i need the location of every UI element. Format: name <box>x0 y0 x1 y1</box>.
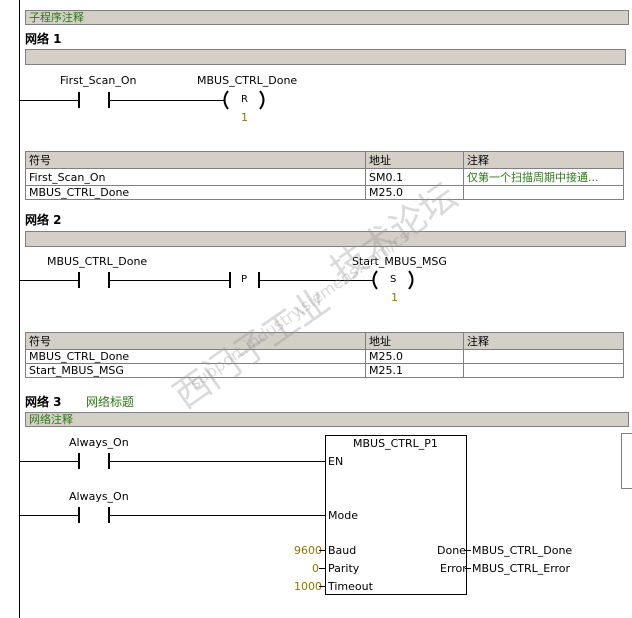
positive-transition-label[interactable]: P <box>241 274 247 285</box>
pin-wire <box>319 586 325 587</box>
table-row[interactable]: First_Scan_On SM0.1 仅第一个扫描周期中接通... <box>25 168 624 186</box>
comment-cell <box>463 185 624 200</box>
contact-label-first-scan[interactable]: First_Scan_On <box>60 74 137 87</box>
block-pin-en: EN <box>328 455 344 468</box>
pin-wire <box>465 550 471 551</box>
block-pin-done: Done <box>437 544 466 557</box>
partial-block-edge <box>621 433 632 489</box>
parity-value[interactable]: 0 <box>312 562 319 575</box>
pin-wire <box>319 568 325 569</box>
network-1-title[interactable]: 网络 1 <box>25 30 62 47</box>
timeout-value[interactable]: 1000 <box>294 580 322 593</box>
error-output[interactable]: MBUS_CTRL_Error <box>472 562 570 575</box>
contact-left-bar <box>78 92 80 108</box>
p-left-bar <box>229 272 231 288</box>
block-pin-timeout: Timeout <box>328 580 373 593</box>
symbol-table-network-2: 符号 地址 注释 MBUS_CTRL_Done M25.0 Start_MBUS… <box>25 332 624 378</box>
column-header-comment: 注释 <box>463 332 624 350</box>
table-row[interactable]: Start_MBUS_MSG M25.1 <box>25 363 624 378</box>
pin-wire <box>465 568 471 569</box>
block-pin-parity: Parity <box>328 562 360 575</box>
symbol-cell: First_Scan_On <box>25 168 366 186</box>
coil-type-s: S <box>390 274 397 285</box>
block-pin-baud: Baud <box>328 544 357 557</box>
contact-label-always-on-1[interactable]: Always_On <box>69 436 129 449</box>
comment-cell: 仅第一个扫描周期中接通... <box>463 168 624 186</box>
table-row[interactable]: MBUS_CTRL_Done M25.0 <box>25 185 624 200</box>
column-header-address: 地址 <box>365 332 464 350</box>
contact-label-mbus-ctrl-done[interactable]: MBUS_CTRL_Done <box>47 255 147 268</box>
contact-label-always-on-2[interactable]: Always_On <box>69 490 129 503</box>
block-name: MBUS_CTRL_P1 <box>353 437 438 450</box>
symbol-table-network-1: 符号 地址 注释 First_Scan_On SM0.1 仅第一个扫描周期中接通… <box>25 151 624 200</box>
network-3-title[interactable]: 网络 3 <box>25 393 62 410</box>
contact-left-bar <box>78 507 80 523</box>
table-row[interactable]: MBUS_CTRL_Done M25.0 <box>25 349 624 364</box>
coil-count: 1 <box>241 111 248 124</box>
rung-wire <box>110 280 230 281</box>
coil-label-mbus-ctrl-done[interactable]: MBUS_CTRL_Done <box>197 74 297 87</box>
rung-wire <box>110 100 224 101</box>
address-cell: M25.0 <box>365 349 464 364</box>
baud-value[interactable]: 9600 <box>294 544 322 557</box>
symbol-cell: MBUS_CTRL_Done <box>25 185 366 200</box>
rung-wire <box>19 461 79 462</box>
contact-left-bar <box>78 272 80 288</box>
block-pin-mode: Mode <box>328 509 358 522</box>
comment-cell <box>463 363 624 378</box>
contact-left-bar <box>78 453 80 469</box>
address-cell: M25.1 <box>365 363 464 378</box>
network-2-title[interactable]: 网络 2 <box>25 211 62 228</box>
column-header-symbol: 符号 <box>25 151 366 169</box>
coil-count: 1 <box>391 291 398 304</box>
power-rail <box>19 0 20 618</box>
subroutine-comment[interactable]: 子程序注释 <box>25 10 629 25</box>
pin-wire <box>319 550 325 551</box>
network-3-comment[interactable]: 网络注释 <box>25 412 629 427</box>
column-header-comment: 注释 <box>463 151 624 169</box>
rung-wire <box>19 280 79 281</box>
done-output[interactable]: MBUS_CTRL_Done <box>472 544 572 557</box>
rung-wire <box>110 461 326 462</box>
rung-wire <box>19 100 79 101</box>
comment-cell <box>463 349 624 364</box>
coil-type-r: R <box>241 94 248 105</box>
column-header-symbol: 符号 <box>25 332 366 350</box>
column-header-address: 地址 <box>365 151 464 169</box>
network-1-comment-bar[interactable] <box>25 49 626 65</box>
rung-wire <box>110 515 326 516</box>
network-3-subtitle[interactable]: 网络标题 <box>86 393 134 410</box>
block-pin-error: Error <box>440 562 467 575</box>
rung-wire <box>19 515 79 516</box>
